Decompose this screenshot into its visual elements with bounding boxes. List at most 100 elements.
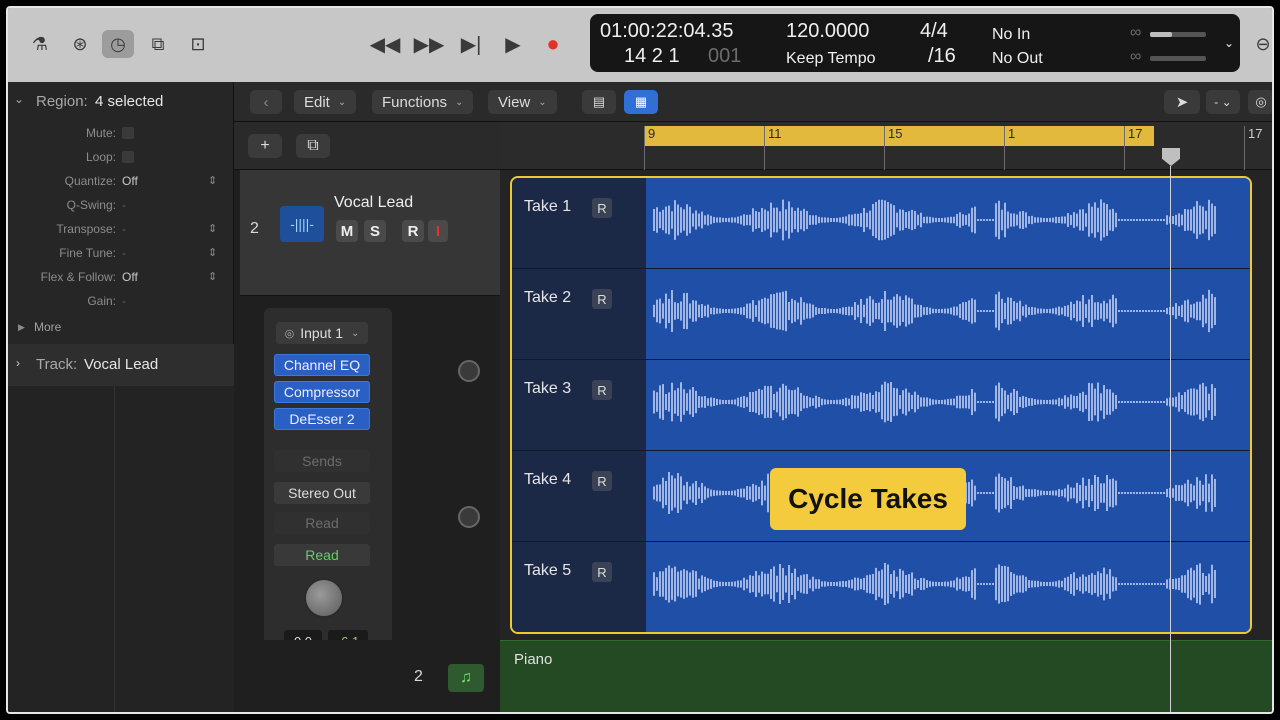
param-mute[interactable]: Mute: [8,126,234,148]
functions-menu[interactable]: Functions ⌄ [372,90,474,114]
tracks-view-icon[interactable]: ▦ [624,90,658,114]
automation-mode-dim[interactable]: Read [274,512,370,534]
param-fine-tune[interactable]: Fine Tune: - ⇕ [8,246,234,268]
record-enable-button[interactable]: R [402,220,424,242]
view-menu[interactable]: View ⌄ [488,90,557,114]
go-to-end-icon[interactable]: ▶| [456,30,486,58]
stepper-icon[interactable]: ⇕ [208,174,217,187]
more-icon[interactable]: ⊖ [1252,30,1272,58]
record-icon[interactable]: ● [538,30,568,58]
stepper-icon[interactable]: ⇕ [208,246,217,259]
add-track-icon[interactable]: + [248,134,282,158]
take-folder[interactable]: Take 1 R Take 2 R Take 3 R Take 4 R Take… [510,176,1252,634]
edit-menu[interactable]: Edit ⌄ [294,90,357,114]
param-gain[interactable]: Gain: - [8,294,234,316]
send-knob[interactable] [458,506,480,528]
waveform-icon: -||||- [280,206,324,242]
library-icon[interactable]: ⚗ [24,30,56,58]
output-slot[interactable]: Stereo Out [274,482,370,504]
stepper-icon[interactable]: ⇕ [208,222,217,235]
take-row[interactable]: Take 3 R [512,360,1250,451]
loop-checkbox[interactable] [122,151,134,163]
input-slot[interactable]: ◎ Input 1 ⌄ [276,322,368,344]
mute-checkbox[interactable] [122,127,134,139]
inspector-lower-panel [8,386,234,712]
smart-controls-icon[interactable]: ◷ [102,30,134,58]
take-label: Take 5 R [512,542,646,632]
mute-button[interactable]: M [336,220,358,242]
stepper-icon[interactable]: ⇕ [208,270,217,283]
duplicate-track-icon[interactable]: ⧉ [296,134,330,158]
take-region[interactable] [646,542,1250,632]
take-record-button[interactable]: R [592,471,612,491]
automation-mode-button[interactable]: Read [274,544,370,566]
sends-slot[interactable]: Sends [274,450,370,472]
waveform [653,381,1216,423]
plugin-slot-deesser[interactable]: DeEsser 2 [274,408,370,430]
out-marker[interactable]: No Out [992,50,1043,68]
ruler[interactable]: 9 11 15 1 17 17 [500,122,1272,170]
take-region[interactable] [646,360,1250,450]
pointer-tool-icon[interactable]: ➤ [1164,90,1200,114]
take-row[interactable]: Take 2 R [512,269,1250,360]
bars-beats: 14 2 1 [624,45,680,67]
take-region[interactable] [646,178,1250,268]
inspector: ⌄ Region: 4 selected Mute: Loop: Quantiz… [8,82,234,712]
fast-forward-icon[interactable]: ▶▶ [414,30,445,58]
take-row[interactable]: Take 5 R [512,542,1250,632]
cycle-takes-badge: Cycle Takes [770,468,966,530]
waveform [653,562,1216,606]
play-icon[interactable]: ▶ [498,30,528,58]
more-disclosure[interactable]: ▶ More [8,320,234,342]
track-header-piano[interactable]: 2 ♫ [234,640,500,712]
solo-button[interactable]: S [364,220,386,242]
chevron-right-icon: › [16,356,20,370]
arrange-area[interactable]: 9 11 15 1 17 17 Take 1 R Take 2 R Take 3… [500,122,1272,712]
pan-knob[interactable] [304,578,344,618]
param-flex-follow[interactable]: Flex & Follow: Off ⇕ [8,270,234,292]
take-record-button[interactable]: R [592,380,612,400]
tempo-mode[interactable]: Keep Tempo [786,50,876,68]
param-q-swing[interactable]: Q-Swing: - [8,198,234,220]
track-number: 2 [414,668,423,685]
division[interactable]: /16 [928,45,956,68]
mixer-icon[interactable]: ⧉ [142,30,174,58]
take-record-button[interactable]: R [592,562,612,582]
input-icon: ◎ [284,327,295,340]
plugin-slot-channel-eq[interactable]: Channel EQ [274,354,370,376]
link-icon: ∞ [1130,48,1142,65]
waveform [653,199,1216,241]
time-signature[interactable]: 4/4 [920,20,948,43]
region-inspector-header[interactable]: ⌄ Region: 4 selected [8,88,234,116]
param-quantize[interactable]: Quantize: Off ⇕ [8,174,234,196]
take-record-button[interactable]: R [592,289,612,309]
param-loop[interactable]: Loop: [8,150,234,172]
take-region[interactable] [646,269,1250,359]
param-transpose[interactable]: Transpose: - ⇕ [8,222,234,244]
secondary-tool-icon[interactable]: - ⌄ [1206,90,1240,114]
toolbar-icon[interactable]: ⊛ [64,30,96,58]
lcd-display[interactable]: 01:00:22:04.35 14 2 1 001 120.0000 Keep … [590,14,1240,72]
input-monitor-button[interactable]: I [428,220,448,242]
list-view-icon[interactable]: ▤ [582,90,616,114]
track-inspector-header[interactable]: › Track: Vocal Lead [8,344,234,386]
send-knob[interactable] [458,360,480,382]
in-marker[interactable]: No In [992,26,1030,44]
back-icon[interactable]: ‹ [250,90,282,114]
piano-region[interactable]: Piano [500,640,1272,712]
plugin-slot-compressor[interactable]: Compressor [274,381,370,403]
track-header-toolbar: + ⧉ [234,122,500,170]
track-header-vocal-lead[interactable]: 2 -||||- Vocal Lead M S R I [240,170,500,296]
take-row[interactable]: Take 1 R [512,178,1250,269]
track-name[interactable]: Vocal Lead [334,194,413,212]
tempo[interactable]: 120.0000 [786,20,869,43]
playhead-handle[interactable] [1162,148,1180,166]
take-record-button[interactable]: R [592,198,612,218]
chevron-down-icon[interactable]: ⌄ [1224,36,1234,50]
bars-beats-ticks: 001 [708,45,742,67]
editors-icon[interactable]: ⊡ [182,30,214,58]
snap-icon[interactable]: ◎ [1248,90,1272,114]
ruler-bar: 11 [764,126,782,170]
rewind-icon[interactable]: ◀◀ [370,30,401,58]
take-label: Take 3 R [512,360,646,450]
